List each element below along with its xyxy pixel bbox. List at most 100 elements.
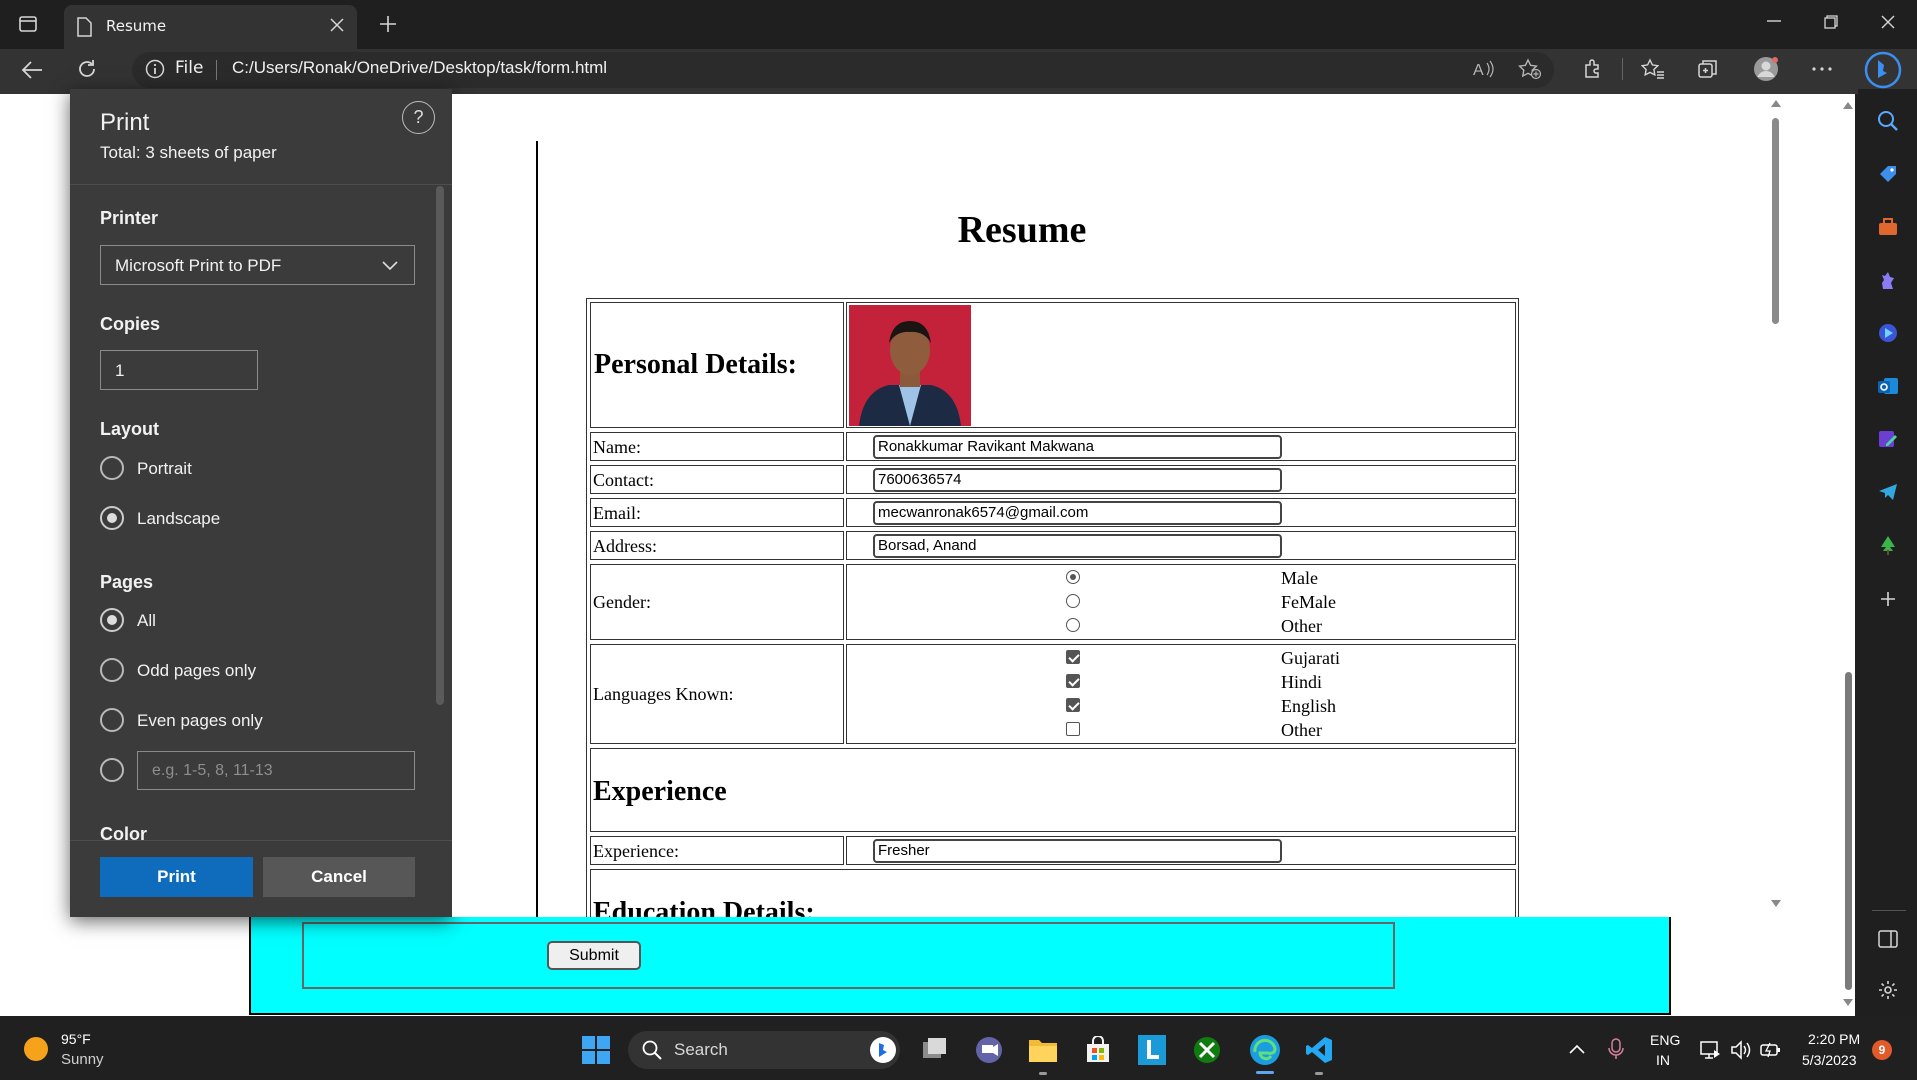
sidebar-tools-icon[interactable]: [1877, 216, 1899, 238]
page-scrollbar[interactable]: [1841, 94, 1855, 1016]
pages-even-label: Even pages only: [137, 711, 263, 730]
address-divider: [216, 60, 217, 80]
clock-date: 5/3/2023: [1802, 1052, 1857, 1068]
sidebar-copilot-icon[interactable]: [1877, 322, 1899, 344]
collections-icon[interactable]: [1697, 58, 1719, 80]
email-input[interactable]: mecwanronak6574@gmail.com: [873, 501, 1282, 525]
address-value-cell: Borsad, Anand: [846, 531, 1516, 560]
sidebar-divider: [1872, 910, 1906, 911]
page-scroll-thumb[interactable]: [1845, 672, 1852, 990]
layout-landscape-radio[interactable]: [100, 506, 124, 530]
scroll-up-arrow-icon[interactable]: [1843, 102, 1853, 109]
gender-male-radio[interactable]: [1066, 570, 1080, 584]
refresh-icon[interactable]: [76, 58, 98, 80]
teams-chat-icon[interactable]: [974, 1036, 1004, 1064]
layout-portrait-radio[interactable]: [100, 456, 124, 480]
preview-scroll-thumb[interactable]: [1772, 118, 1779, 324]
battery-icon[interactable]: [1760, 1041, 1782, 1059]
sidebar-search-icon[interactable]: [1877, 110, 1899, 132]
file-explorer-icon[interactable]: [1028, 1036, 1058, 1064]
xbox-icon[interactable]: [1193, 1036, 1221, 1064]
clock-time[interactable]: 2:20 PM: [1808, 1031, 1860, 1047]
pages-custom-radio[interactable]: [100, 758, 124, 782]
extensions-icon[interactable]: [1582, 58, 1604, 80]
print-button[interactable]: Print: [100, 857, 253, 897]
favorite-add-icon[interactable]: [1518, 58, 1542, 80]
sidebar-tree-icon[interactable]: [1877, 534, 1899, 556]
restore-icon[interactable]: [1824, 15, 1838, 29]
pages-custom-placeholder: e.g. 1-5, 8, 11-13: [152, 762, 273, 779]
printer-select[interactable]: Microsoft Print to PDF: [100, 245, 415, 285]
personal-details-heading: Personal Details:: [594, 349, 797, 380]
weather-desc: Sunny: [61, 1051, 104, 1068]
lang-other-checkbox[interactable]: [1066, 722, 1080, 736]
browser-tab[interactable]: Resume: [64, 5, 357, 49]
name-input[interactable]: Ronakkumar Ravikant Makwana: [873, 435, 1282, 459]
microphone-icon[interactable]: [1608, 1038, 1624, 1060]
tab-title: Resume: [106, 17, 167, 35]
tab-actions-icon[interactable]: [18, 14, 38, 34]
contact-input[interactable]: 7600636574: [873, 468, 1282, 492]
more-icon[interactable]: [1812, 67, 1832, 71]
sidebar-telegram-icon[interactable]: [1877, 481, 1899, 503]
app-l-icon[interactable]: [1138, 1035, 1166, 1065]
print-dialog-divider: [70, 184, 452, 185]
gender-other-radio[interactable]: [1066, 618, 1080, 632]
experience-label-cell: Experience:: [590, 836, 844, 865]
weather-sun-icon[interactable]: [23, 1036, 49, 1062]
pages-custom-input[interactable]: e.g. 1-5, 8, 11-13: [137, 751, 415, 790]
language-indicator-top[interactable]: ENG: [1650, 1032, 1680, 1048]
copilot-icon[interactable]: [1863, 50, 1903, 90]
weather-temp[interactable]: 95°F: [61, 1031, 91, 1047]
profile-avatar[interactable]: [1753, 56, 1779, 82]
info-icon[interactable]: [145, 59, 165, 79]
lang-hindi-checkbox[interactable]: [1066, 674, 1080, 688]
back-icon[interactable]: [21, 60, 43, 80]
sidebar-outlook-icon[interactable]: [1877, 375, 1899, 397]
store-icon[interactable]: [1084, 1036, 1112, 1064]
pages-all-radio[interactable]: [100, 608, 124, 632]
close-tab-icon[interactable]: [330, 18, 344, 32]
print-total-sheets: Total: 3 sheets of paper: [100, 143, 277, 162]
layout-label: Layout: [100, 419, 160, 439]
sidebar-shopping-icon[interactable]: [1877, 163, 1899, 185]
new-tab-icon[interactable]: [379, 15, 397, 33]
contact-value-cell: 7600636574: [846, 465, 1516, 494]
preview-scroll-down-icon[interactable]: [1771, 900, 1781, 907]
taskbar-search-icon: [642, 1040, 662, 1060]
taskbar-search[interactable]: [628, 1031, 900, 1069]
copies-input[interactable]: 1: [100, 350, 258, 390]
preview-scrollbar[interactable]: [1764, 94, 1787, 917]
network-icon[interactable]: [1700, 1040, 1722, 1060]
gender-female-radio[interactable]: [1066, 594, 1080, 608]
pages-even-radio[interactable]: [100, 708, 124, 732]
sidebar-add-icon[interactable]: [1880, 591, 1896, 607]
sidebar-designer-icon[interactable]: [1877, 428, 1899, 450]
volume-icon[interactable]: [1730, 1040, 1752, 1060]
print-settings-scrollbar[interactable]: [436, 186, 444, 705]
notification-badge[interactable]: 9: [1872, 1040, 1892, 1060]
lang-english-checkbox[interactable]: [1066, 698, 1080, 712]
close-window-icon[interactable]: [1881, 15, 1895, 29]
edge-browser-icon[interactable]: [1249, 1034, 1281, 1066]
favorites-icon[interactable]: [1641, 58, 1665, 80]
chevron-down-icon: [382, 261, 398, 271]
read-aloud-icon[interactable]: A: [1473, 59, 1495, 79]
show-hidden-icons-chevron[interactable]: [1569, 1044, 1585, 1054]
sidebar-layout-icon[interactable]: [1878, 930, 1898, 948]
address-input[interactable]: Borsad, Anand: [873, 534, 1282, 558]
sidebar-settings-icon[interactable]: [1877, 979, 1899, 1001]
pages-odd-radio[interactable]: [100, 658, 124, 682]
scroll-down-arrow-icon[interactable]: [1843, 999, 1853, 1006]
lang-gujarati-checkbox[interactable]: [1066, 650, 1080, 664]
preview-scroll-up-icon[interactable]: [1771, 100, 1781, 107]
submit-button[interactable]: Submit: [547, 941, 641, 970]
vscode-icon[interactable]: [1305, 1036, 1333, 1064]
start-icon[interactable]: [582, 1036, 610, 1064]
task-view-icon[interactable]: [921, 1036, 949, 1064]
minimize-icon[interactable]: [1767, 20, 1781, 22]
cancel-button[interactable]: Cancel: [263, 857, 415, 897]
experience-input[interactable]: Fresher: [873, 839, 1282, 863]
help-button[interactable]: ?: [402, 101, 435, 134]
sidebar-games-icon[interactable]: [1877, 269, 1899, 291]
